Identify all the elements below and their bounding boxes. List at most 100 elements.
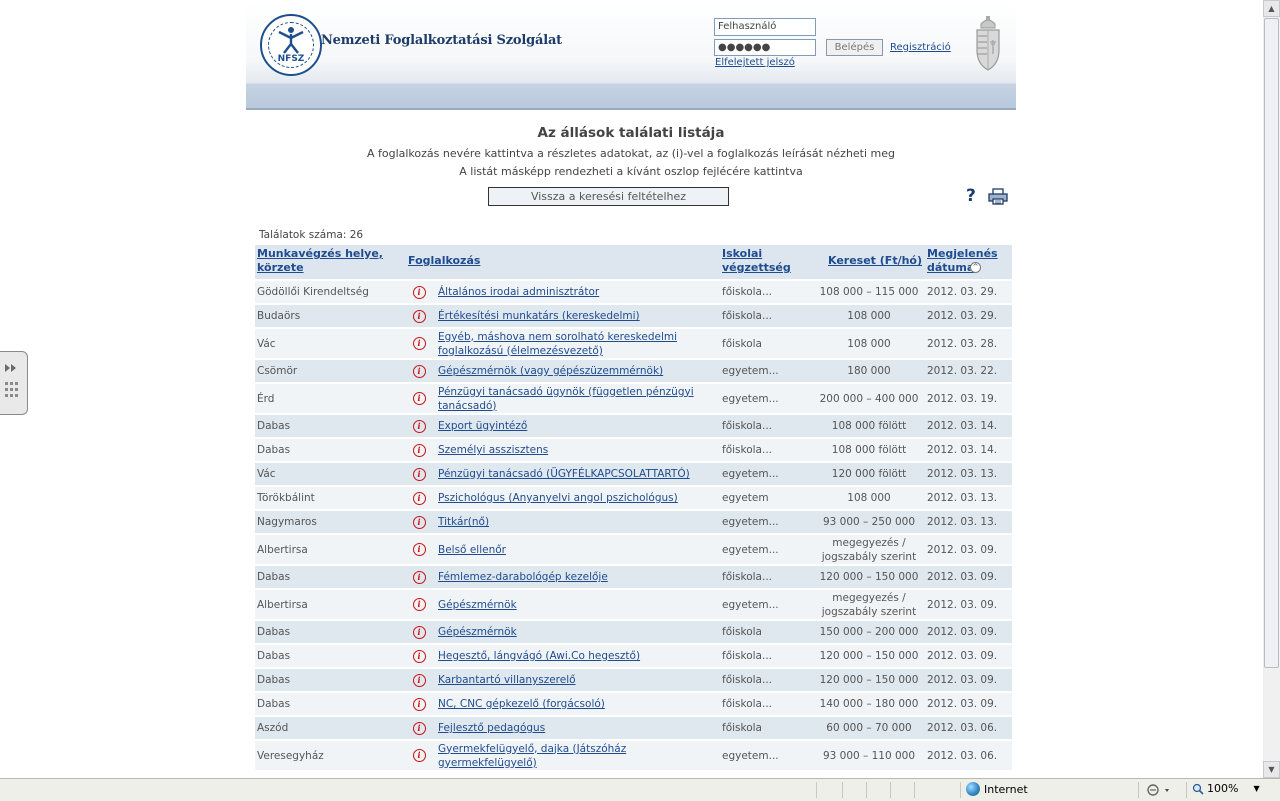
job-link[interactable]: Egyéb, máshova nem sorolható kereskedelm… xyxy=(438,330,718,358)
sort-ascending-icon[interactable]: ^ xyxy=(970,262,981,273)
job-cell[interactable]: Gépészmérnök xyxy=(438,621,718,643)
job-link[interactable]: Belső ellenőr xyxy=(438,543,506,557)
info-icon[interactable]: i xyxy=(412,598,426,611)
password-input[interactable]: ●●●●●● xyxy=(714,39,816,56)
info-cell[interactable]: i xyxy=(411,669,427,691)
info-cell[interactable]: i xyxy=(411,487,427,509)
job-cell[interactable]: Személyi asszisztens xyxy=(438,439,718,461)
back-to-search-button[interactable]: Vissza a keresési feltételhez xyxy=(488,187,729,206)
job-cell[interactable]: Belső ellenőr xyxy=(438,535,718,564)
job-cell[interactable]: NC, CNC gépkezelő (forgácsoló) xyxy=(438,693,718,715)
job-cell[interactable]: Hegesztő, lángvágó (Awi.Co hegesztő) xyxy=(438,645,718,667)
info-cell[interactable]: i xyxy=(411,566,427,588)
job-link[interactable]: Pénzügyi tanácsadó ügynök (független pén… xyxy=(438,385,718,413)
scroll-up-arrow[interactable]: ▲ xyxy=(1263,0,1280,17)
job-cell[interactable]: Fémlemez-darabológép kezelője xyxy=(438,566,718,588)
vertical-scrollbar[interactable]: ▲ ▼ xyxy=(1263,0,1280,778)
info-cell[interactable]: i xyxy=(411,511,427,533)
org-name[interactable]: Nemzeti Foglalkoztatási Szolgálat xyxy=(321,33,562,48)
info-icon[interactable]: i xyxy=(412,721,426,735)
job-cell[interactable]: Karbantartó villanyszerelő xyxy=(438,669,718,691)
job-link[interactable]: Gépészmérnök xyxy=(438,625,517,639)
header-location[interactable]: Munkavégzés helye, körzete xyxy=(257,247,397,275)
protected-mode-icon[interactable] xyxy=(1146,783,1172,797)
job-link[interactable]: Pénzügyi tanácsadó (ÜGYFÉLKAPCSOLATTARTÓ… xyxy=(438,467,690,481)
info-cell[interactable]: i xyxy=(411,717,427,739)
info-icon[interactable]: i xyxy=(412,570,426,584)
info-cell[interactable]: i xyxy=(411,693,427,715)
job-cell[interactable]: Gépészmérnök xyxy=(438,590,718,619)
job-cell[interactable]: Általános irodai adminisztrátor xyxy=(438,281,718,303)
header-date[interactable]: Megjelenés dátuma xyxy=(927,247,1001,275)
info-icon[interactable]: i xyxy=(412,673,426,687)
job-cell[interactable]: Értékesítési munkatárs (kereskedelmi) xyxy=(438,305,718,327)
info-cell[interactable]: i xyxy=(411,281,427,303)
info-cell[interactable]: i xyxy=(411,535,427,564)
login-button[interactable]: Belépés xyxy=(826,39,883,56)
info-icon[interactable]: i xyxy=(412,467,426,481)
info-icon[interactable]: i xyxy=(412,364,426,378)
job-link[interactable]: Fémlemez-darabológép kezelője xyxy=(438,570,608,584)
info-icon[interactable]: i xyxy=(412,491,426,505)
info-cell[interactable]: i xyxy=(411,590,427,619)
info-icon[interactable]: i xyxy=(412,649,426,663)
job-link[interactable]: Export ügyintéző xyxy=(438,419,527,433)
info-icon[interactable]: i xyxy=(412,392,426,405)
info-cell[interactable]: i xyxy=(411,463,427,485)
job-cell[interactable]: Egyéb, máshova nem sorolható kereskedelm… xyxy=(438,329,718,358)
info-cell[interactable]: i xyxy=(411,329,427,358)
header-education[interactable]: Iskolai végzettség xyxy=(722,247,794,275)
info-icon[interactable]: i xyxy=(412,515,426,529)
register-link[interactable]: Regisztráció xyxy=(890,42,951,53)
info-cell[interactable]: i xyxy=(411,645,427,667)
job-cell[interactable]: Gyermekfelügyelő, dajka (Játszóház gyerm… xyxy=(438,741,718,770)
info-cell[interactable]: i xyxy=(411,305,427,327)
job-link[interactable]: Személyi asszisztens xyxy=(438,443,548,457)
job-link[interactable]: NC, CNC gépkezelő (forgácsoló) xyxy=(438,697,605,711)
help-icon[interactable]: ? xyxy=(966,186,976,206)
side-panel-toggle[interactable] xyxy=(0,351,28,415)
job-cell[interactable]: Pénzügyi tanácsadó (ÜGYFÉLKAPCSOLATTARTÓ… xyxy=(438,463,718,485)
info-icon[interactable]: i xyxy=(412,443,426,457)
job-link[interactable]: Titkár(nő) xyxy=(438,515,489,529)
job-link[interactable]: Hegesztő, lángvágó (Awi.Co hegesztő) xyxy=(438,649,640,663)
username-input[interactable]: Felhasználó xyxy=(714,18,816,36)
job-link[interactable]: Gépészmérnök (vagy gépészüzemmérnök) xyxy=(438,364,663,378)
job-link[interactable]: Fejlesztő pedagógus xyxy=(438,721,545,735)
info-icon[interactable]: i xyxy=(412,749,426,762)
job-cell[interactable]: Pszichológus (Anyanyelvi angol pszicholó… xyxy=(438,487,718,509)
chevron-down-icon[interactable]: ▼ xyxy=(1253,784,1259,793)
job-link[interactable]: Gyermekfelügyelő, dajka (Játszóház gyerm… xyxy=(438,742,718,770)
job-cell[interactable]: Export ügyintéző xyxy=(438,415,718,437)
info-icon[interactable]: i xyxy=(412,625,426,639)
info-cell[interactable]: i xyxy=(411,621,427,643)
info-cell[interactable]: i xyxy=(411,360,427,382)
info-cell[interactable]: i xyxy=(411,741,427,770)
job-link[interactable]: Általános irodai adminisztrátor xyxy=(438,285,599,299)
job-cell[interactable]: Titkár(nő) xyxy=(438,511,718,533)
scroll-down-arrow[interactable]: ▼ xyxy=(1263,761,1280,778)
info-icon[interactable]: i xyxy=(412,419,426,433)
info-icon[interactable]: i xyxy=(412,285,426,299)
job-link[interactable]: Gépészmérnök xyxy=(438,598,517,612)
job-link[interactable]: Értékesítési munkatárs (kereskedelmi) xyxy=(438,309,640,323)
forgot-password-link[interactable]: Elfelejtett jelszó xyxy=(715,57,795,68)
job-cell[interactable]: Gépészmérnök (vagy gépészüzemmérnök) xyxy=(438,360,718,382)
info-cell[interactable]: i xyxy=(411,439,427,461)
header-job[interactable]: Foglalkozás xyxy=(408,254,480,268)
header-pay[interactable]: Kereset (Ft/hó) xyxy=(828,254,922,268)
info-cell[interactable]: i xyxy=(411,384,427,413)
job-cell[interactable]: Fejlesztő pedagógus xyxy=(438,717,718,739)
info-icon[interactable]: i xyxy=(412,543,426,556)
security-zone[interactable]: Internet xyxy=(966,782,1028,796)
info-icon[interactable]: i xyxy=(412,697,426,711)
print-icon[interactable] xyxy=(988,188,1008,205)
job-link[interactable]: Pszichológus (Anyanyelvi angol pszicholó… xyxy=(438,491,678,505)
info-icon[interactable]: i xyxy=(412,309,426,323)
job-cell[interactable]: Pénzügyi tanácsadó ügynök (független pén… xyxy=(438,384,718,413)
job-link[interactable]: Karbantartó villanyszerelő xyxy=(438,673,576,687)
zoom-control[interactable]: 100% ▼ xyxy=(1192,782,1260,795)
info-cell[interactable]: i xyxy=(411,415,427,437)
scroll-thumb[interactable] xyxy=(1264,18,1279,668)
nfsz-logo[interactable]: NFSZ xyxy=(260,14,322,76)
